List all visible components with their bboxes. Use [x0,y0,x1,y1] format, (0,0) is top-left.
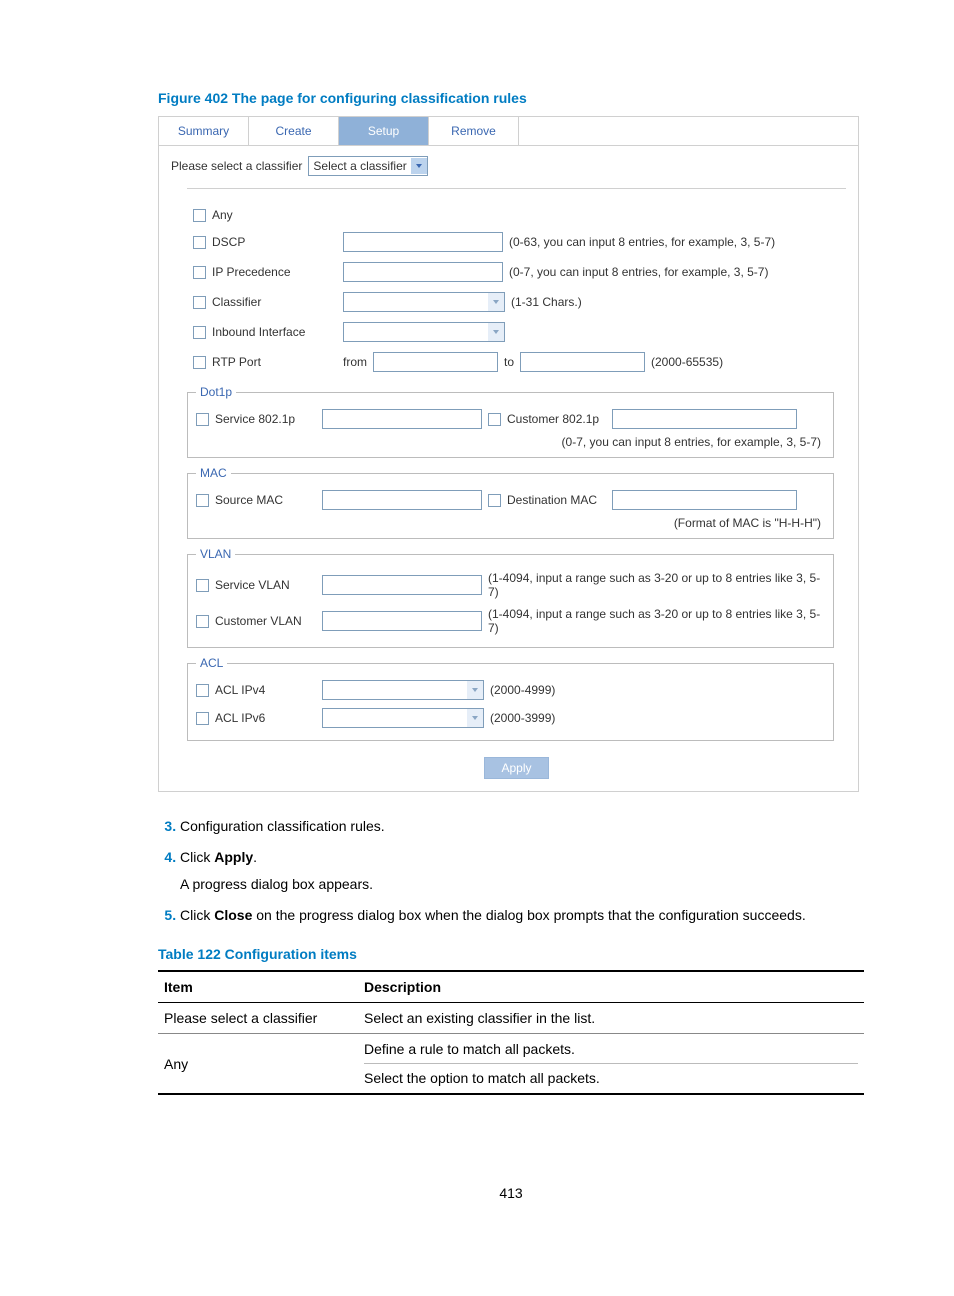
tab-remove[interactable]: Remove [429,117,519,145]
chevron-down-icon [488,293,504,311]
config-items-table: Item Description Please select a classif… [158,970,864,1095]
mac-legend: MAC [196,466,231,480]
acl-ipv4-dropdown[interactable] [322,680,484,700]
acl-ipv6-checkbox[interactable] [196,712,209,725]
any-label: Any [212,208,233,222]
customer-vlan-label: Customer VLAN [215,614,302,628]
figure-caption: Figure 402 The page for configuring clas… [158,90,864,106]
classifier-hint: (1-31 Chars.) [511,295,582,309]
tab-setup[interactable]: Setup [339,117,429,145]
dot1p-hint: (0-7, you can input 8 entries, for examp… [196,433,825,449]
acl-ipv4-hint: (2000-4999) [490,683,555,697]
col-description: Description [358,971,864,1003]
destination-mac-checkbox[interactable] [488,494,501,507]
acl-ipv6-label: ACL IPv6 [215,711,265,725]
service-8021p-input[interactable] [322,409,482,429]
acl-ipv6-dropdown[interactable] [322,708,484,728]
customer-8021p-checkbox[interactable] [488,413,501,426]
service-vlan-hint: (1-4094, input a range such as 3-20 or u… [488,571,825,599]
acl-group: ACL ACL IPv4 (2000-4999) [187,656,834,741]
source-mac-label: Source MAC [215,493,283,507]
step-5: Click Close on the progress dialog box w… [180,905,864,926]
ip-precedence-checkbox[interactable] [193,266,206,279]
step-4-sub: A progress dialog box appears. [180,874,864,895]
customer-8021p-label: Customer 802.1p [507,412,599,426]
mac-group: MAC Source MAC Destination MAC (Format o… [187,466,834,539]
table-row: Any Define a rule to match all packets. … [158,1034,864,1095]
chevron-down-icon [411,158,427,174]
service-vlan-input[interactable] [322,575,482,595]
rtp-hint: (2000-65535) [651,355,723,369]
acl-ipv4-checkbox[interactable] [196,684,209,697]
dscp-hint: (0-63, you can input 8 entries, for exam… [509,235,775,249]
source-mac-input[interactable] [322,490,482,510]
inbound-interface-label: Inbound Interface [212,325,305,339]
select-classifier-label: Please select a classifier [171,159,302,173]
config-form-screenshot: Summary Create Setup Remove Please selec… [158,116,859,792]
classifier-checkbox[interactable] [193,296,206,309]
any-checkbox[interactable] [193,209,206,222]
service-vlan-label: Service VLAN [215,578,290,592]
chevron-down-icon [467,681,483,699]
col-item: Item [158,971,358,1003]
rtp-to-label: to [504,355,514,369]
step-4: Click Apply. A progress dialog box appea… [180,847,864,895]
ip-precedence-input[interactable] [343,262,503,282]
classifier-label: Classifier [212,295,261,309]
chevron-down-icon [488,323,504,341]
destination-mac-label: Destination MAC [507,493,597,507]
vlan-legend: VLAN [196,547,235,561]
service-vlan-checkbox[interactable] [196,579,209,592]
mac-hint: (Format of MAC is "H-H-H") [196,514,825,530]
inbound-interface-checkbox[interactable] [193,326,206,339]
acl-legend: ACL [196,656,227,670]
table-row: Please select a classifier Select an exi… [158,1003,864,1034]
source-mac-checkbox[interactable] [196,494,209,507]
tab-create[interactable]: Create [249,117,339,145]
page-number: 413 [158,1185,864,1201]
apply-button[interactable]: Apply [484,757,548,779]
dscp-input[interactable] [343,232,503,252]
dot1p-legend: Dot1p [196,385,236,399]
chevron-down-icon [467,709,483,727]
rtp-to-input[interactable] [520,352,645,372]
rtp-port-label: RTP Port [212,355,261,369]
classifier-dropdown[interactable] [343,292,505,312]
select-classifier-value: Select a classifier [313,159,406,173]
dscp-label: DSCP [212,235,245,249]
rtp-from-label: from [343,355,367,369]
ip-precedence-hint: (0-7, you can input 8 entries, for examp… [509,265,768,279]
steps-list: Configuration classification rules. Clic… [158,816,864,926]
acl-ipv4-label: ACL IPv4 [215,683,265,697]
customer-vlan-hint: (1-4094, input a range such as 3-20 or u… [488,607,825,635]
destination-mac-input[interactable] [612,490,797,510]
rtp-from-input[interactable] [373,352,498,372]
rtp-port-checkbox[interactable] [193,356,206,369]
dscp-checkbox[interactable] [193,236,206,249]
tab-summary[interactable]: Summary [159,117,249,145]
acl-ipv6-hint: (2000-3999) [490,711,555,725]
service-8021p-label: Service 802.1p [215,412,295,426]
inbound-interface-dropdown[interactable] [343,322,505,342]
step-3: Configuration classification rules. [180,816,864,837]
customer-8021p-input[interactable] [612,409,797,429]
customer-vlan-checkbox[interactable] [196,615,209,628]
dot1p-group: Dot1p Service 802.1p Customer 802.1p (0-… [187,385,834,458]
tab-bar: Summary Create Setup Remove [159,117,858,146]
ip-precedence-label: IP Precedence [212,265,291,279]
service-8021p-checkbox[interactable] [196,413,209,426]
table-caption: Table 122 Configuration items [158,946,864,962]
customer-vlan-input[interactable] [322,611,482,631]
vlan-group: VLAN Service VLAN (1-4094, input a range… [187,547,834,648]
select-classifier-dropdown[interactable]: Select a classifier [308,156,427,176]
